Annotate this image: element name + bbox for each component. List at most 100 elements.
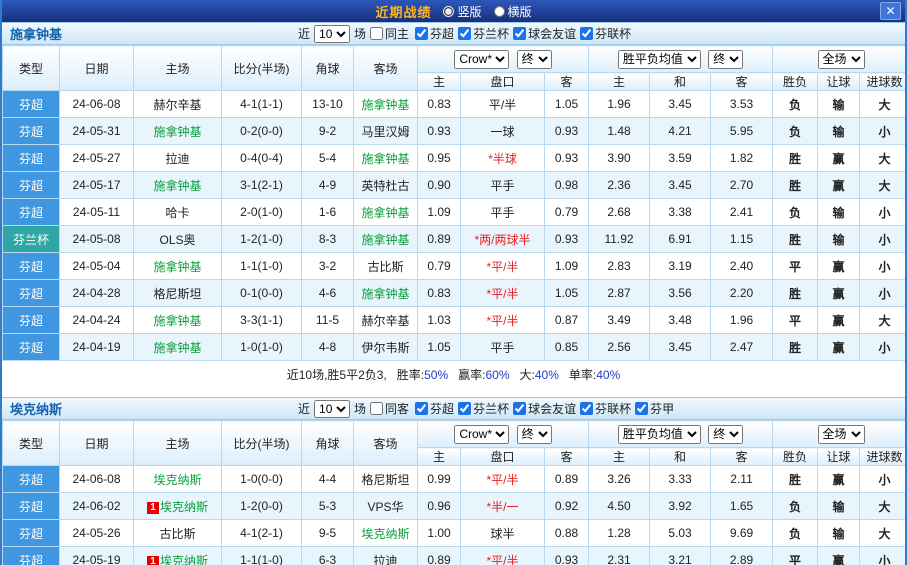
league-filter[interactable]: 芬兰杯 [458,400,509,417]
goals-result-cell: 大 [860,307,907,334]
home-team-cell: 1埃克纳斯 [134,547,222,565]
avg-draw-cell: 3.45 [650,334,711,361]
avg-final-select[interactable]: 终 [708,50,743,69]
league-checkbox[interactable] [513,27,526,40]
col-handicap-result: 让球 [818,448,860,466]
league-checkbox[interactable] [635,402,648,415]
fulltime-select[interactable]: 全场 [818,425,865,444]
handicap-cell: 一球 [461,118,545,145]
near-count-select[interactable]: 10 [314,400,350,418]
league-cell: 芬超 [3,307,60,334]
score-cell: 0-2(0-0) [222,118,302,145]
handicap-cell: *两/两球半 [461,226,545,253]
filter-bar: 近 10 场 同主 芬超芬兰杯球会友谊芬联杯 [298,25,631,43]
odds-final-select[interactable]: 终 [517,50,552,69]
score-cell: 1-1(1-0) [222,253,302,280]
league-filter[interactable]: 球会友谊 [513,400,576,417]
avg-home-cell: 1.28 [589,520,650,547]
avg-home-cell: 3.90 [589,145,650,172]
team-label: 马里汉姆 [361,125,409,139]
score-cell: 4-1(2-1) [222,520,302,547]
team-label: 埃克纳斯 [160,554,208,565]
league-checkbox[interactable] [580,402,593,415]
date-cell: 24-05-31 [60,118,134,145]
vertical-radio[interactable] [443,6,454,17]
avg-draw-cell: 3.38 [650,199,711,226]
league-filter[interactable]: 芬联杯 [580,25,631,42]
result-cell: 负 [773,118,818,145]
league-label: 芬兰杯 [473,25,509,42]
layout-option-horizontal[interactable]: 横版 [494,3,532,20]
team-name: 埃克纳斯 [2,399,298,418]
home-odds-cell: 0.99 [418,466,461,493]
avg-draw-cell: 3.21 [650,547,711,565]
away-team-cell: 施拿钟基 [354,280,418,307]
avg-draw-cell: 6.91 [650,226,711,253]
avg-final-select[interactable]: 终 [708,425,743,444]
league-filter[interactable]: 芬超 [415,25,454,42]
league-filter[interactable]: 芬兰杯 [458,25,509,42]
home-odds-cell: 0.79 [418,253,461,280]
home-team-cell: 施拿钟基 [134,172,222,199]
score-cell: 1-2(1-0) [222,226,302,253]
handicap-result-cell: 赢 [818,145,860,172]
league-checkbox[interactable] [458,402,471,415]
summary-stat: 赢率:60% [458,366,509,383]
odds-company-select[interactable]: Crow* [454,425,509,444]
league-checkbox[interactable] [580,27,593,40]
titlebar: 近期战绩 竖版 横版 ✕ [2,0,905,22]
avg-away-cell: 2.47 [711,334,773,361]
same-venue-checkbox[interactable] [370,402,383,415]
avg-select[interactable]: 胜平负均值 [618,425,701,444]
col-type: 类型 [3,421,60,466]
away-odds-cell: 0.93 [545,118,589,145]
layout-option-vertical[interactable]: 竖版 [443,3,481,20]
league-cell: 芬超 [3,199,60,226]
league-filters: 芬超 芬兰杯球会友谊芬联杯 [413,25,631,42]
team-label: 埃克纳斯 [153,473,201,487]
away-odds-cell: 0.79 [545,199,589,226]
handicap-result-cell: 赢 [818,334,860,361]
league-checkbox[interactable] [415,27,428,40]
avg-select[interactable]: 胜平负均值 [618,50,701,69]
team-label: 赫尔辛基 [361,314,409,328]
score-cell: 2-0(1-0) [222,199,302,226]
fulltime-group-header: 全场 [773,46,907,73]
league-checkbox[interactable] [513,402,526,415]
goals-result-cell: 小 [860,226,907,253]
odds-final-select[interactable]: 终 [517,425,552,444]
goals-result-cell: 大 [860,493,907,520]
corners-cell: 3-2 [302,253,354,280]
goals-result-cell: 小 [860,547,907,565]
league-label: 芬兰杯 [473,400,509,417]
summary-stat-label: 单率: [569,368,596,382]
near-count-select[interactable]: 10 [314,25,350,43]
league-filter[interactable]: 芬联杯 [580,400,631,417]
col-handicap: 盘口 [461,448,545,466]
away-team-cell: 古比斯 [354,253,418,280]
col-handicap-result: 让球 [818,73,860,91]
close-button[interactable]: ✕ [880,2,901,20]
league-filter[interactable]: 芬超 [415,400,454,417]
odds-company-select[interactable]: Crow* [454,50,509,69]
league-checkbox[interactable] [415,402,428,415]
same-venue-filter[interactable]: 同主 [370,25,409,42]
score-cell: 1-0(1-0) [222,334,302,361]
date-cell: 24-06-08 [60,466,134,493]
avg-away-cell: 2.40 [711,253,773,280]
league-checkbox[interactable] [458,27,471,40]
team-section-1: 施拿钟基 近 10 场 同主 芬超芬兰杯球会友谊芬联杯 [2,22,905,387]
league-filter[interactable]: 球会友谊 [513,25,576,42]
avg-away-cell: 1.15 [711,226,773,253]
league-filter[interactable]: 芬甲 [635,400,674,417]
same-venue-label: 同客 [385,400,409,417]
same-venue-checkbox[interactable] [370,27,383,40]
team-section-2: 埃克纳斯 近 10 场 同客 芬超芬兰杯球会友谊芬联杯芬甲 [2,397,905,565]
same-venue-filter[interactable]: 同客 [370,400,409,417]
horizontal-radio[interactable] [494,6,505,17]
fulltime-select[interactable]: 全场 [818,50,865,69]
goals-result-cell: 小 [860,280,907,307]
date-cell: 24-05-04 [60,253,134,280]
team-label: 赫尔辛基 [153,98,201,112]
away-odds-cell: 0.93 [545,547,589,565]
